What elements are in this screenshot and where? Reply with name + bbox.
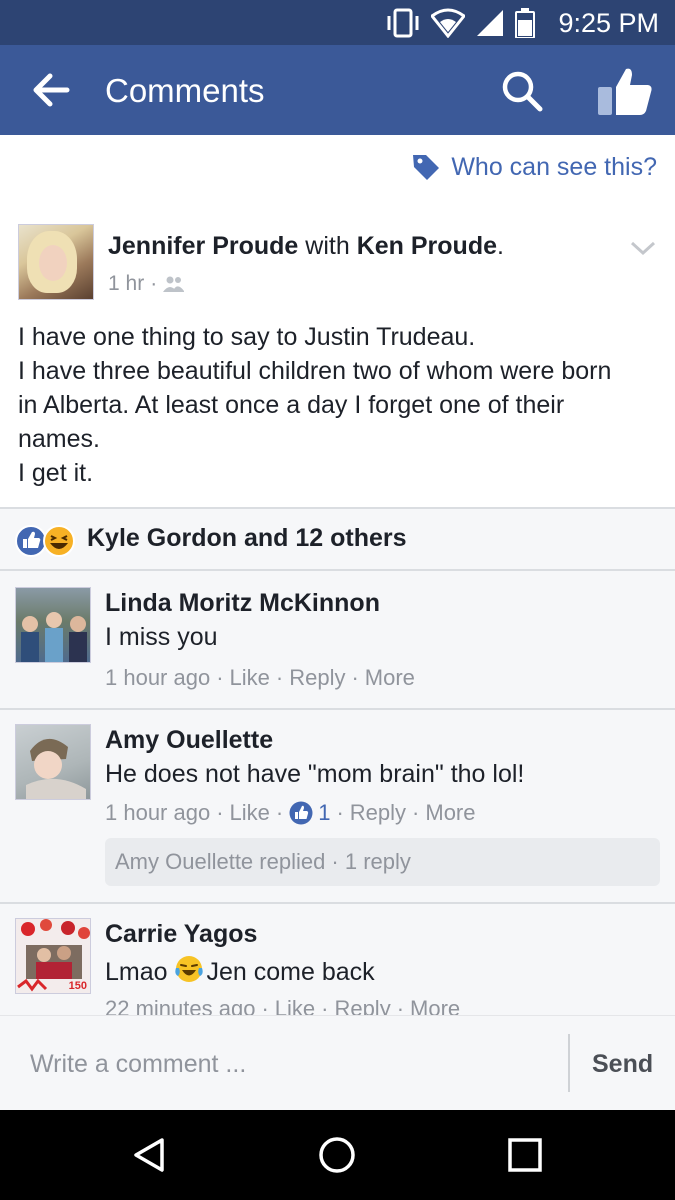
reply-button[interactable]: Reply [350,800,406,826]
more-button[interactable]: More [365,665,415,691]
post-line: I have three beautiful children two of w… [18,357,612,385]
comment-composer: Send [0,1015,675,1110]
more-button[interactable]: More [410,996,460,1015]
app-bar: Comments [0,45,675,135]
like-button[interactable]: Like [275,996,315,1015]
avatar[interactable]: 150 [15,918,91,994]
post-line: I have one thing to say to Justin Trudea… [18,323,476,351]
comment-actions: 1 hour ago · Like · Reply · More [105,665,415,691]
haha-reaction-icon [43,525,75,557]
wifi-icon [431,8,465,38]
avatar[interactable] [15,724,91,800]
post-author-line: Jennifer Proude with Ken Proude. [108,232,504,261]
post-line: in Alberta. At least once a day I forget… [18,391,565,419]
comment-time[interactable]: 1 hour ago [105,665,210,691]
avatar[interactable] [15,587,91,663]
comment-actions: 22 minutes ago · Like · Reply · More [105,996,460,1015]
tag-icon [413,155,440,180]
status-bar: 9:25 PM [0,0,675,45]
reply-button[interactable]: Reply [289,665,345,691]
comment-text: I miss you [105,623,218,651]
back-triangle-icon[interactable] [130,1135,170,1175]
post-body: I have one thing to say to Justin Trudea… [18,320,655,490]
status-icons [385,8,535,38]
avatar-badge: 150 [68,980,87,992]
comment-author[interactable]: Linda Moritz McKinnon [105,589,380,618]
post-line: I get it. [18,459,94,487]
post-header: Jennifer Proude with Ken Proude. 1 hr · [18,224,657,304]
view-replies[interactable]: Amy Ouellette replied · 1 reply [105,838,660,886]
home-circle-icon[interactable] [317,1135,357,1175]
battery-icon [515,8,535,38]
friends-icon [163,276,185,292]
reaction-icons [15,525,75,557]
comment-author[interactable]: Amy Ouellette [105,726,273,755]
privacy-link-label: Who can see this? [451,152,657,181]
post-line: names. [18,425,100,453]
tagged-name[interactable]: Ken Proude [357,232,497,260]
like-button[interactable]: Like [230,665,270,691]
like-count[interactable]: 1 [318,800,330,826]
laughing-tears-emoji-icon [175,956,204,982]
reactions-text: Kyle Gordon and 12 others [87,524,407,552]
status-time: 9:25 PM [558,8,659,38]
period: . [497,232,504,260]
author-name[interactable]: Jennifer Proude [108,232,298,260]
comment-time[interactable]: 1 hour ago [105,800,210,826]
comment-list: Linda Moritz McKinnon I miss you 1 hour … [0,571,675,1015]
comment-author[interactable]: Carrie Yagos [105,920,257,949]
more-button[interactable]: More [425,800,475,826]
with-word: with [305,232,350,260]
comment-time[interactable]: 22 minutes ago [105,996,255,1015]
vibrate-icon [387,8,419,38]
reactions-summary[interactable]: Kyle Gordon and 12 others [0,507,675,571]
comment-input[interactable] [30,1044,550,1084]
like-count-icon [289,801,313,825]
like-thumb-icon[interactable] [596,65,654,117]
divider [568,1034,570,1092]
comment-text: He does not have "mom brain" tho lol! [105,760,525,788]
avatar[interactable] [18,224,94,300]
comment-item: Linda Moritz McKinnon I miss you 1 hour … [0,571,675,708]
recents-square-icon[interactable] [505,1135,545,1175]
post-meta: 1 hr · [108,272,185,296]
comment-item: Amy Ouellette He does not have "mom brai… [0,710,675,902]
comment-text: Lmao Jen come back [105,954,375,987]
like-reaction-icon [15,525,47,557]
reply-button[interactable]: Reply [334,996,390,1015]
comment-actions: 1 hour ago · Like · 1 · Reply · More [105,800,476,826]
post-time[interactable]: 1 hr [108,272,144,296]
system-nav-bar [0,1110,675,1200]
page-title: Comments [105,72,265,109]
comment-text-part: Jen come back [206,958,375,986]
back-arrow-icon[interactable] [30,72,70,108]
send-button[interactable]: Send [592,1050,653,1079]
comment-text-part: Lmao [105,958,175,986]
search-icon[interactable] [500,69,544,113]
privacy-link[interactable]: Who can see this? [411,152,657,182]
signal-icon [477,10,503,36]
chevron-down-icon[interactable] [629,238,657,258]
like-button[interactable]: Like [230,800,270,826]
comment-item: 150 Carrie Yagos Lmao Jen come back 22 m… [0,904,675,1015]
